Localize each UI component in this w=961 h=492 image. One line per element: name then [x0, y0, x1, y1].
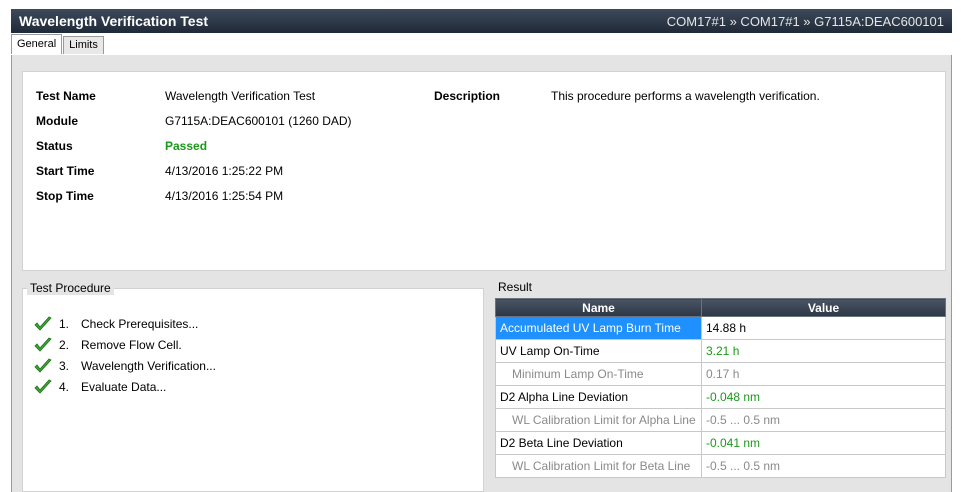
table-row[interactable]: Accumulated UV Lamp Burn Time 14.88 h	[495, 316, 946, 340]
step-label: Evaluate Data...	[81, 379, 167, 394]
procedure-step[interactable]: 1. Check Prerequisites...	[33, 313, 216, 334]
test-procedure-group: Test Procedure 1. Check Prerequisites...…	[22, 281, 484, 492]
result-name: D2 Beta Line Deviation	[495, 431, 702, 455]
test-info-box: Test Name Wavelength Verification Test M…	[22, 71, 946, 271]
procedure-step-list: 1. Check Prerequisites... 2. Remove Flow…	[33, 313, 216, 397]
test-name-value: Wavelength Verification Test	[165, 89, 316, 103]
result-value: -0.5 ... 0.5 nm	[701, 408, 946, 432]
step-number: 4.	[59, 379, 70, 394]
result-value: -0.048 nm	[701, 385, 946, 409]
result-value: 14.88 h	[701, 316, 946, 340]
window-title: Wavelength Verification Test	[19, 13, 209, 29]
table-row[interactable]: WL Calibration Limit for Alpha Line -0.5…	[495, 408, 946, 432]
result-name: UV Lamp On-Time	[495, 339, 702, 363]
tab-strip: General Limits	[11, 34, 105, 54]
result-table: Name Value Accumulated UV Lamp Burn Time…	[495, 298, 946, 478]
step-number: 1.	[59, 316, 70, 331]
stop-time-value: 4/13/2016 1:25:54 PM	[165, 189, 284, 203]
description-label: Description	[434, 89, 501, 103]
check-icon	[34, 337, 52, 352]
start-time-label: Start Time	[36, 164, 95, 178]
check-icon	[34, 358, 52, 373]
result-value: 3.21 h	[701, 339, 946, 363]
table-row[interactable]: D2 Alpha Line Deviation -0.048 nm	[495, 385, 946, 409]
column-header-value[interactable]: Value	[701, 298, 946, 317]
result-name: WL Calibration Limit for Beta Line	[495, 454, 702, 478]
table-row[interactable]: D2 Beta Line Deviation -0.041 nm	[495, 431, 946, 455]
step-label: Check Prerequisites...	[81, 316, 199, 331]
test-procedure-title: Test Procedure	[27, 281, 114, 295]
general-panel: Test Name Wavelength Verification Test M…	[11, 55, 952, 492]
table-row[interactable]: UV Lamp On-Time 3.21 h	[495, 339, 946, 363]
tab-general[interactable]: General	[11, 34, 63, 54]
status-label: Status	[36, 139, 73, 153]
result-value: 0.17 h	[701, 362, 946, 386]
table-row[interactable]: Minimum Lamp On-Time 0.17 h	[495, 362, 946, 386]
procedure-step[interactable]: 2. Remove Flow Cell.	[33, 334, 216, 355]
module-value: G7115A:DEAC600101 (1260 DAD)	[165, 114, 352, 128]
status-value: Passed	[165, 139, 208, 153]
result-value: -0.041 nm	[701, 431, 946, 455]
test-name-label: Test Name	[36, 89, 96, 103]
procedure-step[interactable]: 3. Wavelength Verification...	[33, 355, 216, 376]
result-name: D2 Alpha Line Deviation	[495, 385, 702, 409]
step-label: Wavelength Verification...	[81, 358, 216, 373]
title-bar: Wavelength Verification Test COM17#1 » C…	[11, 9, 952, 33]
start-time-value: 4/13/2016 1:25:22 PM	[165, 164, 284, 178]
check-icon	[34, 316, 52, 331]
tab-limits[interactable]: Limits	[63, 36, 104, 54]
result-header-row: Name Value	[495, 298, 946, 317]
module-label: Module	[36, 114, 78, 128]
result-name: Accumulated UV Lamp Burn Time	[495, 316, 702, 340]
description-value: This procedure performs a wavelength ver…	[551, 89, 820, 103]
stop-time-label: Stop Time	[36, 189, 94, 203]
step-number: 2.	[59, 337, 70, 352]
step-number: 3.	[59, 358, 70, 373]
result-name: Minimum Lamp On-Time	[495, 362, 702, 386]
breadcrumb: COM17#1 » COM17#1 » G7115A:DEAC600101	[666, 13, 944, 29]
result-value: -0.5 ... 0.5 nm	[701, 454, 946, 478]
check-icon	[34, 379, 52, 394]
result-name: WL Calibration Limit for Alpha Line	[495, 408, 702, 432]
result-group: Result Name Value Accumulated UV Lamp Bu…	[495, 280, 946, 492]
table-row[interactable]: WL Calibration Limit for Beta Line -0.5 …	[495, 454, 946, 478]
step-label: Remove Flow Cell.	[81, 337, 182, 352]
result-title: Result	[495, 280, 536, 294]
procedure-step[interactable]: 4. Evaluate Data...	[33, 376, 216, 397]
column-header-name[interactable]: Name	[495, 298, 702, 317]
